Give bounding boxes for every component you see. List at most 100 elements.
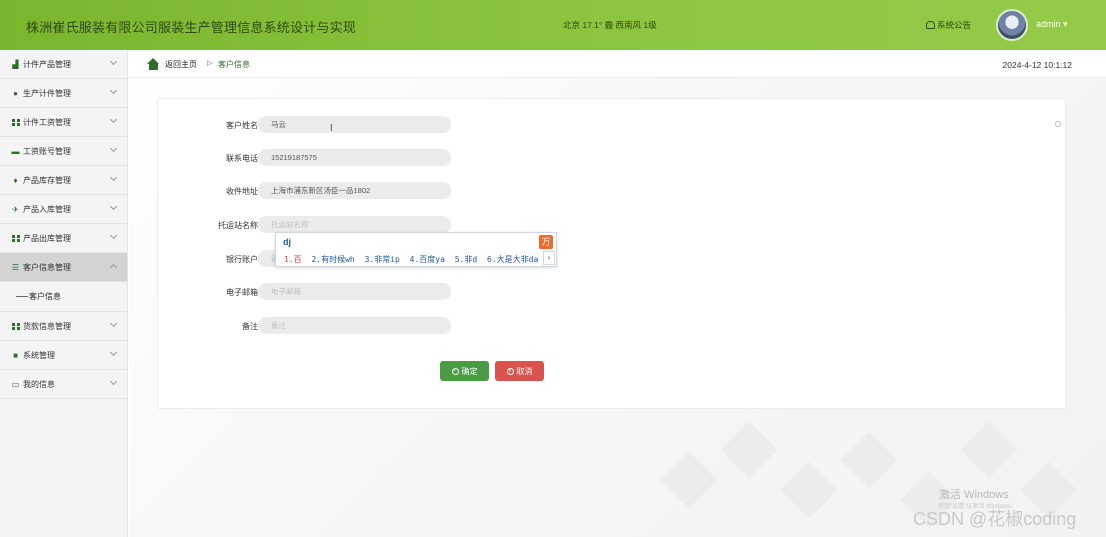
sidebar-item-label: 工资账号管理 <box>23 146 71 156</box>
ime-composition: dj <box>283 237 291 247</box>
grid-icon <box>11 234 20 242</box>
sidebar-subitem-label: 客户信息 <box>29 292 61 301</box>
cancel-button[interactable]: × 取消 <box>495 361 544 381</box>
note-input[interactable] <box>258 317 451 334</box>
breadcrumb-home-link[interactable]: 返回主页 <box>165 59 197 70</box>
sidebar: ▟ 计件产品管理 ● 生产计件管理 计件工资管理 ▬ 工资账号管理 ♦ 产品库存… <box>0 50 128 537</box>
settings-icon: ■ <box>13 350 18 360</box>
ime-candidate[interactable]: 3.非常ip <box>365 255 400 264</box>
sidebar-item-stock[interactable]: ♦ 产品库存管理 <box>0 166 127 195</box>
grid-icon <box>11 322 20 330</box>
chevron-right-icon[interactable]: › <box>543 251 555 265</box>
product-icon: ▟ <box>12 59 19 69</box>
sidebar-item-account[interactable]: ▬ 工资账号管理 <box>0 137 127 166</box>
form-row-bank: 银行账户 <box>158 250 258 267</box>
ime-candidate[interactable]: 5.非d <box>455 255 477 264</box>
sidebar-item-product[interactable]: ▟ 计件产品管理 <box>0 50 127 79</box>
background-decoration <box>840 431 898 489</box>
sidebar-item-label: 货款信息管理 <box>23 321 71 331</box>
system-notice-link[interactable]: 系统公告 <box>926 19 971 31</box>
chevron-down-icon <box>109 231 118 240</box>
chevron-down-icon <box>109 348 118 357</box>
ime-candidate[interactable]: 6.大是大非da <box>487 255 538 264</box>
current-datetime: 2024-4-12 10:1:12 <box>1002 60 1072 70</box>
ime-candidate-list: 1.百 2.有时候wh 3.非常ip 4.百度ya 5.非d 6.大是大非da <box>284 254 543 265</box>
user-avatar[interactable] <box>996 9 1028 41</box>
sidebar-item-inbound[interactable]: ✈ 产品入库管理 <box>0 195 127 224</box>
sidebar-item-label: 计件产品管理 <box>23 59 71 69</box>
station-input[interactable] <box>258 216 451 233</box>
settings-dot-icon[interactable] <box>1055 121 1061 127</box>
customer-name-input[interactable] <box>258 116 451 133</box>
weather-text: 北京 17.1° 霾 西南风 1级 <box>563 20 657 30</box>
tree-line <box>16 296 28 297</box>
bell-icon <box>926 21 935 29</box>
caret-down-icon: ▾ <box>1063 19 1068 29</box>
weather-info: 北京 17.1° 霾 西南风 1级 <box>563 19 657 31</box>
name-label: 客户姓名 <box>226 121 258 130</box>
bank-label: 银行账户 <box>226 255 258 264</box>
user-name: admin <box>1036 19 1061 29</box>
sidebar-item-customer[interactable]: ☰ 客户信息管理 <box>0 253 127 282</box>
list-icon: ☰ <box>11 262 20 272</box>
text-cursor-icon: I <box>330 123 333 134</box>
ime-logo-icon[interactable]: 万 <box>539 235 553 249</box>
note-label: 备注 <box>242 322 258 331</box>
address-label: 收件地址 <box>226 187 258 196</box>
breadcrumb-current: 客户信息 <box>218 60 250 69</box>
sidebar-item-label: 客户信息管理 <box>23 262 71 272</box>
csdn-watermark: CSDN @花椒coding <box>913 509 1077 529</box>
sidebar-item-payment[interactable]: 货款信息管理 <box>0 312 127 341</box>
form-row-note: 备注 <box>158 317 258 334</box>
user-icon: ● <box>13 88 18 98</box>
background-decoration <box>780 461 838 519</box>
ime-candidate[interactable]: 2.有时候wh <box>311 255 354 264</box>
cancel-label: 取消 <box>516 366 533 376</box>
window-icon: ▭ <box>11 379 20 389</box>
phone-label: 联系电话 <box>226 154 258 163</box>
chevron-down-icon <box>109 57 118 66</box>
ime-candidate[interactable]: 1.百 <box>284 255 302 264</box>
ime-candidate[interactable]: 4.百度ya <box>410 255 445 264</box>
breadcrumb-separator: ▷ <box>207 60 213 67</box>
check-circle-icon: ✓ <box>451 367 459 375</box>
app-title: 株洲崔氏服装有限公司服装生产管理信息系统设计与实现 <box>26 20 357 35</box>
user-menu[interactable]: admin ▾ <box>1036 19 1068 30</box>
system-notice-label: 系统公告 <box>937 20 972 30</box>
breadcrumb: 返回主页 ▷ 客户信息 2024-4-12 10:1:12 <box>129 50 1106 78</box>
form-row-address: 收件地址 <box>158 182 258 199</box>
main-content: 返回主页 ▷ 客户信息 2024-4-12 10:1:12 客户姓名 I 联系电… <box>129 50 1106 537</box>
form-row-name: 客户姓名 <box>158 116 258 133</box>
chevron-down-icon <box>109 86 118 95</box>
home-icon[interactable] <box>147 58 160 70</box>
station-label: 托运站名称 <box>218 221 258 230</box>
sidebar-item-label: 生产计件管理 <box>23 88 71 98</box>
address-input[interactable] <box>258 182 451 199</box>
sidebar-item-label: 产品出库管理 <box>23 233 71 243</box>
email-input[interactable] <box>258 283 451 300</box>
sidebar-item-label: 产品入库管理 <box>23 204 71 214</box>
chevron-down-icon <box>109 144 118 153</box>
sidebar-item-label: 系统管理 <box>23 350 55 360</box>
form-row-phone: 联系电话 <box>158 149 258 166</box>
close-circle-icon: × <box>506 367 514 375</box>
sidebar-item-label: 我的信息 <box>23 379 55 389</box>
sidebar-item-wage[interactable]: 计件工资管理 <box>0 108 127 137</box>
phone-input[interactable] <box>258 149 451 166</box>
sidebar-item-myinfo[interactable]: ▭ 我的信息 <box>0 370 127 399</box>
sidebar-item-production[interactable]: ● 生产计件管理 <box>0 79 127 108</box>
ime-candidate-window: dj 万 1.百 2.有时候wh 3.非常ip 4.百度ya 5.非d 6.大是… <box>275 232 557 267</box>
windows-activation-watermark: 激活 Windows <box>939 489 1009 501</box>
sidebar-subitem-customer-info[interactable]: 客户信息 <box>0 282 127 312</box>
chevron-down-icon <box>109 115 118 124</box>
sidebar-item-system[interactable]: ■ 系统管理 <box>0 341 127 370</box>
email-label: 电子邮箱 <box>226 288 258 297</box>
chevron-down-icon <box>109 173 118 182</box>
background-decoration <box>660 451 718 509</box>
background-decoration <box>720 421 778 479</box>
confirm-label: 确定 <box>461 366 478 376</box>
confirm-button[interactable]: ✓ 确定 <box>440 361 489 381</box>
sidebar-item-outbound[interactable]: 产品出库管理 <box>0 224 127 253</box>
grid-icon <box>11 118 20 126</box>
background-decoration <box>960 421 1018 479</box>
